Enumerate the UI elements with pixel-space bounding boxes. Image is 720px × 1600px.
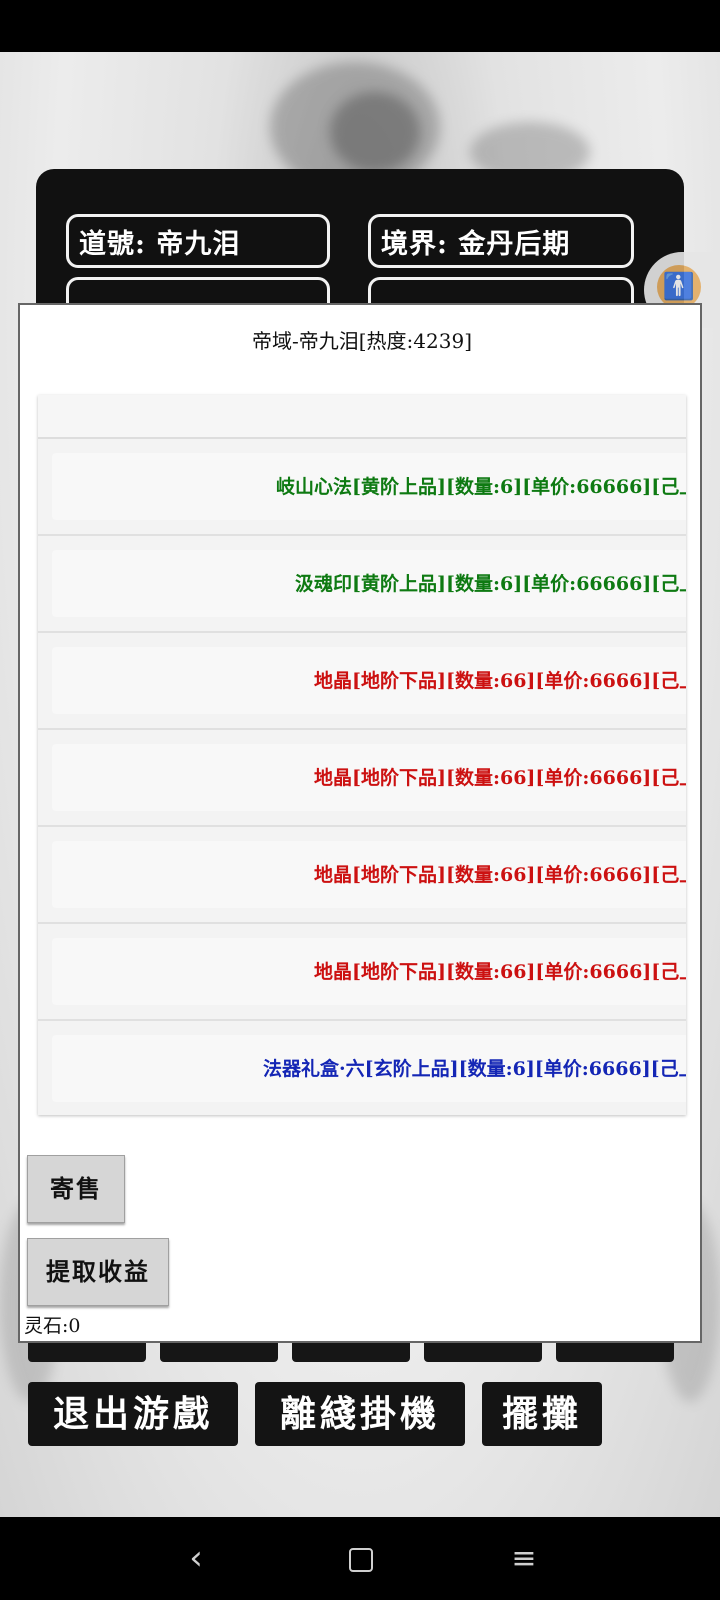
jingjie-text: 境界: 金丹后期 — [381, 228, 571, 260]
home-square-icon[interactable] — [331, 1517, 391, 1600]
stall-item-list[interactable]: 岐山心法[黄阶上品][数量:6][单价:66666][己上架] 汲魂印[黄阶上品]… — [38, 395, 686, 1115]
stall-button[interactable]: 擺攤 — [482, 1382, 602, 1446]
consign-button[interactable]: 寄售 — [27, 1155, 125, 1223]
menu-lines-icon[interactable]: ≡ — [494, 1517, 554, 1600]
list-item[interactable]: 地晶[地阶下品][数量:66][单价:6666][己上架] — [38, 924, 686, 1021]
list-item[interactable]: 岐山心法[黄阶上品][数量:6][单价:66666][己上架] — [38, 439, 686, 536]
list-item-label: 地晶[地阶下品][数量:66][单价:6666][己上架] — [314, 961, 686, 983]
list-item-label: 地晶[地阶下品][数量:66][单价:6666][己上架] — [314, 767, 686, 789]
offline-idle-button[interactable]: 離綫掛機 — [255, 1382, 465, 1446]
system-nav-bar: ‹ ≡ — [0, 1517, 720, 1600]
list-item[interactable]: 地晶[地阶下品][数量:66][单价:6666][己上架] — [38, 827, 686, 924]
daohao-text: 道號: 帝九泪 — [79, 228, 241, 260]
daohao-field: 道號: 帝九泪 — [66, 214, 330, 268]
back-chevron-icon[interactable]: ‹ — [166, 1517, 226, 1600]
list-item-label: 岐山心法[黄阶上品][数量:6][单价:66666][己上架] — [276, 476, 686, 498]
exit-game-button[interactable]: 退出游戲 — [28, 1382, 238, 1446]
stall-dialog: 帝域-帝九泪[热度:4239] 岐山心法[黄阶上品][数量:6][单价:6666… — [18, 303, 702, 1343]
status-bar — [0, 0, 720, 52]
list-item-label: 汲魂印[黄阶上品][数量:6][单价:66666][己上架] — [295, 573, 686, 595]
jingjie-field: 境界: 金丹后期 — [368, 214, 634, 268]
dialog-title: 帝域-帝九泪[热度:4239] — [252, 329, 472, 353]
list-item[interactable]: 地晶[地阶下品][数量:66][单价:6666][己上架] — [38, 730, 686, 827]
list-item[interactable]: 地晶[地阶下品][数量:66][单价:6666][己上架] — [38, 633, 686, 730]
lingshi-balance: 灵石:0 — [24, 1315, 81, 1337]
list-item-label: 地晶[地阶下品][数量:66][单价:6666][己上架] — [314, 864, 686, 886]
list-item-label: 法器礼盒·六[玄阶上品][数量:6][单价:6666][己上架] — [263, 1058, 686, 1080]
list-item-label: 地晶[地阶下品][数量:66][单价:6666][己上架] — [314, 670, 686, 692]
list-item[interactable]: 汲魂印[黄阶上品][数量:6][单价:66666][己上架] — [38, 536, 686, 633]
withdraw-earnings-button[interactable]: 提取收益 — [27, 1238, 169, 1306]
list-item[interactable]: 法器礼盒·六[玄阶上品][数量:6][单价:6666][己上架] — [38, 1021, 686, 1115]
list-item-partial — [38, 395, 686, 439]
